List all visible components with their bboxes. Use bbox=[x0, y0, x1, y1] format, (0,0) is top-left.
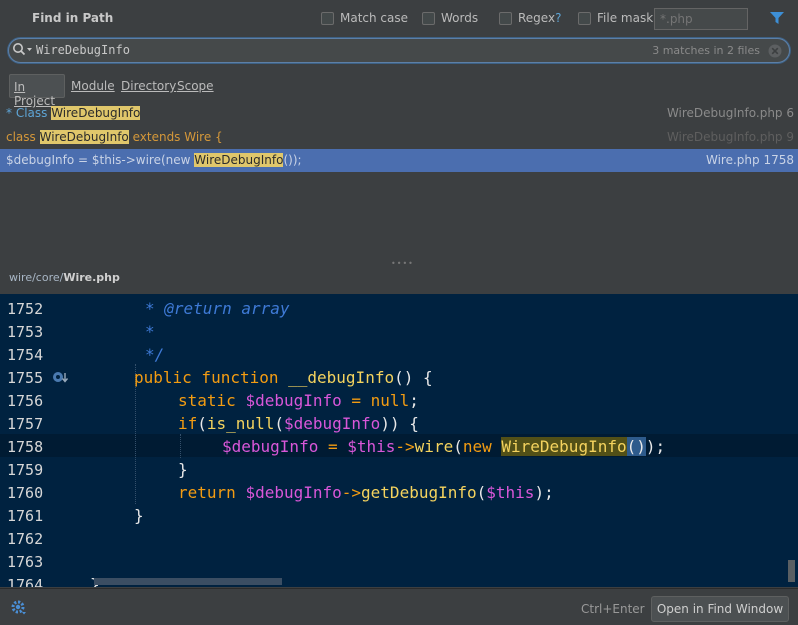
line-number: 1761 bbox=[7, 507, 44, 525]
result-match: WireDebugInfo bbox=[39, 130, 129, 144]
result-file: WireDebugInfo.php 6 bbox=[666, 106, 794, 120]
line-number: 1752 bbox=[7, 300, 44, 318]
match-case-checkbox[interactable] bbox=[321, 11, 334, 25]
result-file: WireDebugInfo.php 9 bbox=[666, 130, 794, 144]
words-checkbox[interactable] bbox=[422, 11, 435, 25]
result-context: $debugInfo = $this->wire(new bbox=[6, 153, 195, 167]
tab-in-project[interactable]: In Project bbox=[9, 74, 65, 108]
line-number: 1754 bbox=[7, 346, 44, 364]
tab-module[interactable]: Module bbox=[67, 74, 119, 98]
file-mask-label: File mask: bbox=[597, 11, 658, 25]
regex-label: Regex? bbox=[518, 11, 562, 25]
regex-checkbox[interactable] bbox=[499, 11, 512, 25]
result-file: Wire.php 1758 bbox=[706, 153, 794, 167]
words-option[interactable]: Words bbox=[422, 11, 478, 25]
result-row[interactable]: * Class WireDebugInfo WireDebugInfo.php … bbox=[0, 102, 798, 125]
tab-directory[interactable]: Directory bbox=[117, 74, 180, 98]
gear-icon[interactable] bbox=[10, 599, 28, 617]
match-case-label: Match case bbox=[340, 11, 409, 25]
code-line: */ bbox=[145, 345, 165, 364]
search-icon[interactable] bbox=[12, 42, 34, 58]
line-number: 1764 bbox=[7, 576, 44, 587]
code-line: * bbox=[145, 322, 155, 341]
dialog-title: Find in Path bbox=[32, 11, 114, 25]
tab-scope[interactable]: Scope bbox=[173, 74, 218, 98]
horizontal-scrollbar[interactable] bbox=[94, 578, 282, 585]
result-row[interactable]: class WireDebugInfo extends Wire { WireD… bbox=[0, 126, 798, 149]
code-line: return $debugInfo->getDebugInfo($this); bbox=[178, 483, 554, 502]
match-case-option[interactable]: Match case bbox=[321, 11, 408, 25]
code-line: public function __debugInfo() { bbox=[134, 368, 433, 387]
override-method-icon[interactable] bbox=[52, 370, 70, 386]
shortcut-hint: Ctrl+Enter bbox=[581, 602, 645, 616]
code-line: } bbox=[178, 460, 188, 479]
result-context: class bbox=[6, 130, 40, 144]
line-number: 1756 bbox=[7, 392, 44, 410]
result-match: WireDebugInfo bbox=[51, 106, 141, 120]
splitter-grip-icon[interactable]: •••• bbox=[391, 259, 414, 268]
open-in-find-window-button[interactable]: Open in Find Window bbox=[651, 596, 789, 622]
result-match: WireDebugInfo bbox=[194, 153, 284, 167]
line-number: 1759 bbox=[7, 461, 44, 479]
filter-icon[interactable] bbox=[769, 10, 785, 26]
line-number: 1762 bbox=[7, 530, 44, 548]
line-number: 1760 bbox=[7, 484, 44, 502]
breadcrumb-file: Wire.php bbox=[63, 271, 120, 284]
vertical-scrollbar[interactable] bbox=[788, 560, 795, 582]
code-line: static $debugInfo = null; bbox=[178, 391, 419, 410]
file-mask-option[interactable]: File mask: bbox=[578, 11, 657, 25]
result-context-after: extends Wire { bbox=[128, 130, 223, 144]
line-number: 1755 bbox=[7, 369, 44, 387]
code-line: $debugInfo = $this->wire(new WireDebugIn… bbox=[222, 437, 666, 456]
line-number: 1753 bbox=[7, 323, 44, 341]
code-line: * @return array bbox=[145, 299, 290, 318]
search-query: WireDebugInfo bbox=[36, 43, 130, 57]
result-context-after: ()); bbox=[283, 153, 302, 167]
file-mask-checkbox[interactable] bbox=[578, 11, 591, 25]
words-label: Words bbox=[441, 11, 479, 25]
result-row-selected[interactable]: $debugInfo = $this->wire(new WireDebugIn… bbox=[0, 149, 798, 172]
breadcrumb: wire/core/Wire.php bbox=[9, 271, 120, 284]
match-count: 3 matches in 2 files bbox=[652, 44, 760, 57]
indent-guide bbox=[180, 434, 181, 458]
file-mask-input[interactable] bbox=[654, 8, 748, 30]
result-context: * Class bbox=[6, 106, 52, 120]
clear-icon[interactable] bbox=[767, 43, 783, 59]
line-number: 1757 bbox=[7, 415, 44, 433]
regex-help-link[interactable]: ? bbox=[555, 11, 561, 25]
line-number: 1758 bbox=[7, 438, 44, 456]
line-number: 1763 bbox=[7, 553, 44, 571]
code-preview[interactable]: 1752 1753 1754 1755 1756 1757 1758 1759 … bbox=[0, 294, 798, 587]
code-line: } bbox=[134, 506, 144, 525]
regex-option[interactable]: Regex? bbox=[499, 11, 561, 25]
code-line: if(is_null($debugInfo)) { bbox=[178, 414, 419, 433]
